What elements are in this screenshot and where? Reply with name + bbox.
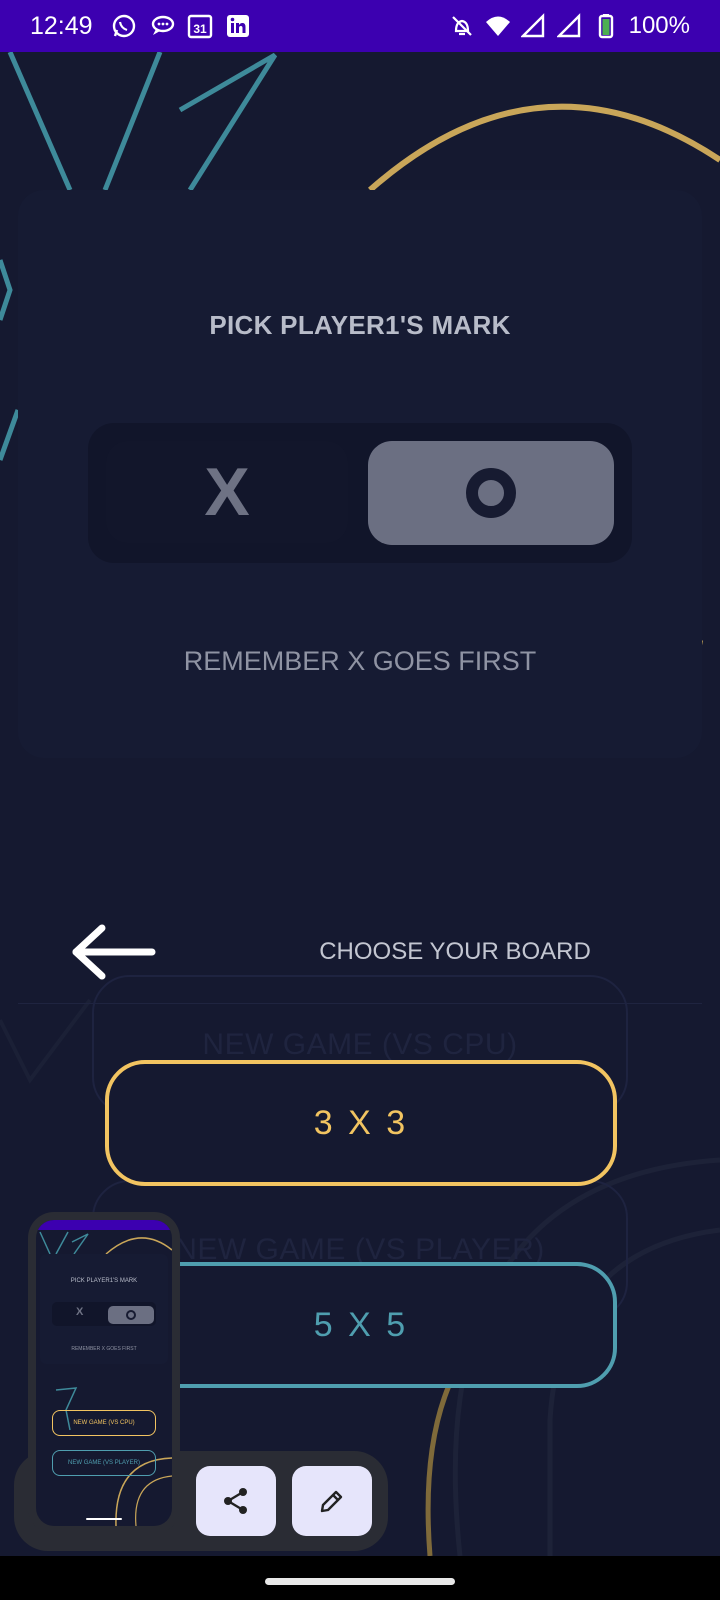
thumbnail-x: X <box>76 1306 84 1318</box>
thumbnail-hint: REMEMBER X GOES FIRST <box>71 1346 137 1352</box>
signal-icon <box>520 13 544 38</box>
status-bar: 12:49 31 100% <box>0 0 720 52</box>
status-right: 100% <box>449 12 690 40</box>
choose-board-title: CHOOSE YOUR BOARD <box>319 938 591 965</box>
x-goes-first-hint: REMEMBER X GOES FIRST <box>183 646 537 676</box>
board-5x5-button[interactable]: 5 X 5 <box>105 1262 617 1388</box>
thumbnail-title: PICK PLAYER1'S MARK <box>70 1278 138 1284</box>
calendar-icon: 31 <box>187 14 212 39</box>
whatsapp-icon <box>112 14 135 38</box>
do-not-disturb-icon <box>451 16 472 36</box>
board-3x3-button[interactable]: 3 X 3 <box>105 1060 617 1186</box>
thumbnail-o-option <box>108 1306 154 1324</box>
pick-mark-title: PICK PLAYER1'S MARK <box>209 310 511 340</box>
mark-option-x[interactable]: X <box>106 441 348 543</box>
thumbnail-cpu-button: NEW GAME (VS CPU) <box>52 1410 156 1436</box>
edit-button[interactable] <box>292 1466 372 1536</box>
battery-percent: 100% <box>628 12 690 39</box>
o-mark-icon <box>466 468 516 518</box>
wifi-icon <box>485 16 510 36</box>
back-arrow-icon[interactable] <box>70 924 156 980</box>
battery-icon <box>598 14 613 39</box>
status-left: 12:49 31 <box>30 12 251 41</box>
calendar-day: 31 <box>193 22 207 36</box>
x-mark-icon: X <box>204 454 250 530</box>
mark-option-o[interactable] <box>368 441 614 545</box>
edit-icon <box>320 1490 343 1513</box>
share-button[interactable] <box>196 1466 276 1536</box>
faded-triangle-decoration <box>0 998 92 1084</box>
status-time: 12:49 <box>30 11 93 40</box>
screenshot-thumbnail[interactable]: PICK PLAYER1'S MARK X REMEMBER X GOES FI… <box>28 1212 180 1534</box>
thumbnail-status-bar <box>36 1220 172 1230</box>
home-gesture-handle[interactable] <box>265 1578 455 1585</box>
linkedin-icon <box>226 15 249 37</box>
share-icon <box>224 1488 247 1514</box>
thumbnail-screen: PICK PLAYER1'S MARK X REMEMBER X GOES FI… <box>36 1220 172 1526</box>
messenger-icon <box>151 15 174 35</box>
thumbnail-player-button: NEW GAME (VS PLAYER) <box>52 1450 156 1476</box>
thumbnail-home-handle <box>86 1518 122 1520</box>
signal-icon <box>556 13 580 38</box>
